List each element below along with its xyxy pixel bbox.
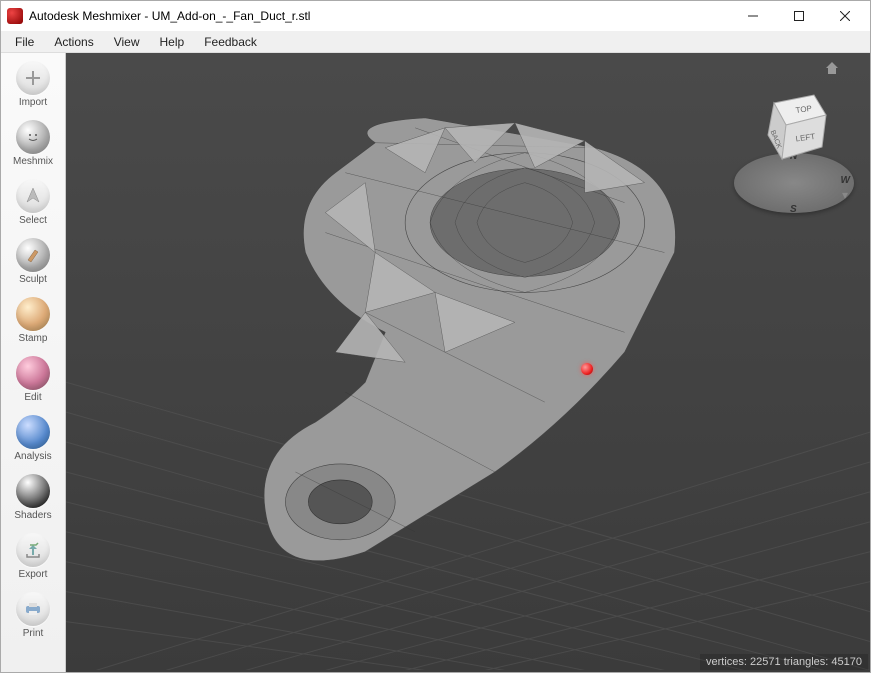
compass-south: S: [790, 204, 797, 215]
triangles-count: 45170: [831, 656, 862, 668]
tool-analysis[interactable]: Analysis: [6, 413, 61, 466]
tool-label: Edit: [24, 392, 41, 403]
model-mesh: [264, 118, 675, 561]
tool-print[interactable]: Print: [6, 590, 61, 643]
view-home-button[interactable]: [824, 61, 840, 75]
export-icon: [16, 533, 50, 567]
edit-sphere-icon: [16, 356, 50, 390]
tool-label: Print: [23, 628, 44, 639]
tool-export[interactable]: Export: [6, 531, 61, 584]
menu-help[interactable]: Help: [150, 33, 195, 51]
arrow-cursor-icon: [16, 179, 50, 213]
tool-import[interactable]: Import: [6, 59, 61, 112]
tool-label: Sculpt: [19, 274, 47, 285]
tool-sculpt[interactable]: Sculpt: [6, 236, 61, 289]
tool-label: Select: [19, 215, 47, 226]
main-area: Import Meshmix Select Sculpt Stamp Edit …: [1, 53, 870, 672]
app-icon: [7, 8, 23, 24]
tool-label: Analysis: [14, 451, 51, 462]
stamp-icon: [16, 297, 50, 331]
view-cube-icon[interactable]: TOP BACK LEFT: [754, 93, 834, 173]
title-bar: Autodesk Meshmixer - UM_Add-on_-_Fan_Duc…: [1, 1, 870, 31]
triangles-label: triangles:: [784, 656, 829, 668]
tool-label: Export: [19, 569, 48, 580]
close-button[interactable]: [822, 1, 868, 31]
pivot-point-indicator: [581, 363, 593, 375]
tool-label: Stamp: [19, 333, 48, 344]
vertices-count: 22571: [750, 656, 781, 668]
tool-select[interactable]: Select: [6, 177, 61, 230]
view-cube-menu-arrow[interactable]: ▾: [842, 188, 848, 202]
viewport-3d[interactable]: N W S TOP BACK LEFT ▾ vertices: 22571 tr…: [66, 53, 870, 672]
tool-meshmix[interactable]: Meshmix: [6, 118, 61, 171]
tool-label: Shaders: [14, 510, 51, 521]
plus-icon: [16, 61, 50, 95]
view-cube-widget[interactable]: N W S TOP BACK LEFT ▾: [734, 93, 854, 223]
tool-shaders[interactable]: Shaders: [6, 472, 61, 525]
shader-sphere-icon: [16, 474, 50, 508]
analysis-sphere-icon: [16, 415, 50, 449]
minimize-button[interactable]: [730, 1, 776, 31]
window-title: Autodesk Meshmixer - UM_Add-on_-_Fan_Duc…: [29, 9, 730, 23]
menu-bar: File Actions View Help Feedback: [1, 31, 870, 53]
print-icon: [16, 592, 50, 626]
vertices-label: vertices:: [706, 656, 747, 668]
sphere-face-icon: [16, 120, 50, 154]
tool-label: Meshmix: [13, 156, 53, 167]
tool-sidebar: Import Meshmix Select Sculpt Stamp Edit …: [1, 53, 66, 672]
menu-feedback[interactable]: Feedback: [194, 33, 267, 51]
compass-west: W: [841, 175, 850, 186]
menu-actions[interactable]: Actions: [44, 33, 103, 51]
tool-stamp[interactable]: Stamp: [6, 295, 61, 348]
menu-file[interactable]: File: [5, 33, 44, 51]
status-bar: vertices: 22571 triangles: 45170: [700, 654, 868, 670]
tool-edit[interactable]: Edit: [6, 354, 61, 407]
tool-label: Import: [19, 97, 47, 108]
maximize-button[interactable]: [776, 1, 822, 31]
brush-icon: [16, 238, 50, 272]
menu-view[interactable]: View: [104, 33, 150, 51]
